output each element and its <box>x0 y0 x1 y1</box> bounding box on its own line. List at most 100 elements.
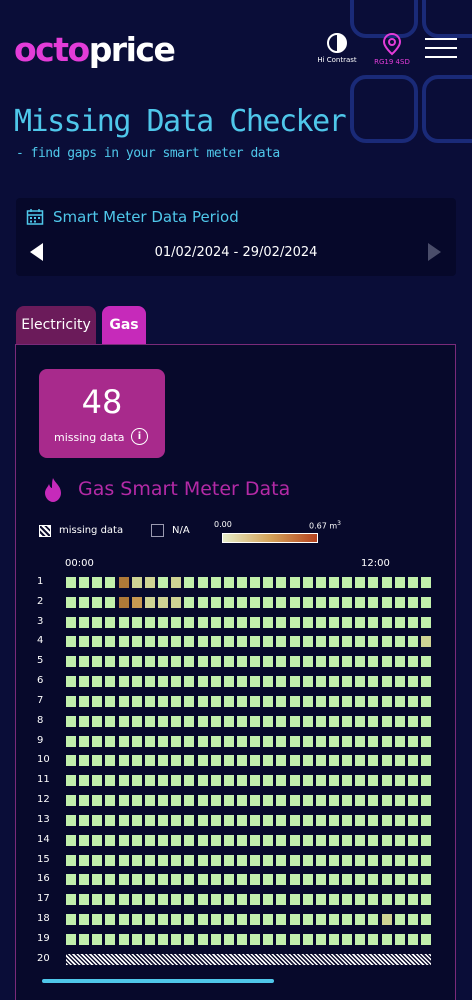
data-cell[interactable] <box>263 914 274 926</box>
data-cell[interactable] <box>158 596 169 608</box>
data-cell[interactable] <box>250 854 261 866</box>
data-cell[interactable] <box>368 795 379 807</box>
data-cell[interactable] <box>329 656 339 668</box>
data-cell[interactable] <box>79 616 90 628</box>
data-cell[interactable] <box>289 874 300 886</box>
data-cell[interactable] <box>236 914 247 926</box>
data-cell[interactable] <box>223 834 234 846</box>
data-cell[interactable] <box>92 636 103 648</box>
data-cell[interactable] <box>197 854 208 866</box>
data-cell[interactable] <box>368 874 379 886</box>
data-cell[interactable] <box>197 735 208 747</box>
data-cell[interactable] <box>131 616 142 628</box>
data-cell[interactable] <box>302 874 313 886</box>
data-cell[interactable] <box>394 914 405 926</box>
data-cell[interactable] <box>105 874 116 886</box>
data-cell[interactable] <box>355 914 366 926</box>
data-cell[interactable] <box>315 656 326 668</box>
data-cell[interactable] <box>105 695 116 707</box>
data-cell[interactable] <box>250 795 261 807</box>
data-cell[interactable] <box>302 616 313 628</box>
data-cell[interactable] <box>92 656 103 668</box>
data-cell[interactable] <box>79 834 90 846</box>
data-cell[interactable] <box>263 676 274 688</box>
data-cell[interactable] <box>263 894 274 906</box>
data-cell[interactable] <box>276 577 287 588</box>
data-cell[interactable] <box>394 814 405 826</box>
data-cell[interactable] <box>342 676 353 688</box>
data-cell[interactable] <box>223 755 234 767</box>
data-cell[interactable] <box>66 775 76 787</box>
data-cell[interactable] <box>329 616 339 628</box>
data-cell[interactable] <box>263 795 274 807</box>
data-cell[interactable] <box>158 775 169 787</box>
data-cell[interactable] <box>368 656 379 668</box>
data-cell[interactable] <box>263 814 274 826</box>
data-cell[interactable] <box>236 596 247 608</box>
data-cell[interactable] <box>381 755 392 767</box>
data-cell[interactable] <box>105 596 116 608</box>
data-cell[interactable] <box>342 735 353 747</box>
data-cell[interactable] <box>131 775 142 787</box>
data-cell[interactable] <box>289 914 300 926</box>
data-cell[interactable] <box>171 676 182 688</box>
data-cell[interactable] <box>302 596 313 608</box>
data-cell[interactable] <box>421 914 432 926</box>
data-cell[interactable] <box>289 834 300 846</box>
data-cell[interactable] <box>210 676 221 688</box>
data-cell[interactable] <box>79 775 90 787</box>
data-cell[interactable] <box>66 814 76 826</box>
tab-electricity[interactable]: Electricity <box>16 306 96 344</box>
data-cell[interactable] <box>144 596 155 608</box>
data-cell[interactable] <box>342 834 353 846</box>
data-cell[interactable] <box>210 656 221 668</box>
data-cell[interactable] <box>144 656 155 668</box>
data-cell[interactable] <box>223 616 234 628</box>
data-cell[interactable] <box>368 735 379 747</box>
data-cell[interactable] <box>421 795 432 807</box>
data-cell[interactable] <box>92 755 103 767</box>
data-cell[interactable] <box>315 834 326 846</box>
data-cell[interactable] <box>66 914 76 926</box>
data-cell[interactable] <box>210 577 221 588</box>
data-cell[interactable] <box>394 795 405 807</box>
data-cell[interactable] <box>197 874 208 886</box>
data-cell[interactable] <box>302 656 313 668</box>
data-cell[interactable] <box>289 596 300 608</box>
data-cell[interactable] <box>407 894 418 906</box>
data-cell[interactable] <box>66 715 76 727</box>
data-cell[interactable] <box>250 636 261 648</box>
data-cell[interactable] <box>105 914 116 926</box>
data-cell[interactable] <box>315 715 326 727</box>
data-cell[interactable] <box>105 636 116 648</box>
data-cell[interactable] <box>236 775 247 787</box>
data-cell[interactable] <box>223 814 234 826</box>
data-cell[interactable] <box>302 795 313 807</box>
data-cell[interactable] <box>276 616 287 628</box>
data-cell[interactable] <box>158 814 169 826</box>
data-cell[interactable] <box>421 636 432 648</box>
data-cell[interactable] <box>302 577 313 588</box>
data-cell[interactable] <box>144 814 155 826</box>
data-cell[interactable] <box>184 596 195 608</box>
data-cell[interactable] <box>342 755 353 767</box>
data-cell[interactable] <box>407 874 418 886</box>
data-cell[interactable] <box>171 795 182 807</box>
data-cell[interactable] <box>223 577 234 588</box>
data-cell[interactable] <box>79 676 90 688</box>
data-cell[interactable] <box>236 795 247 807</box>
data-cell[interactable] <box>79 735 90 747</box>
data-cell[interactable] <box>105 894 116 906</box>
data-cell[interactable] <box>79 854 90 866</box>
data-cell[interactable] <box>223 795 234 807</box>
data-cell[interactable] <box>276 775 287 787</box>
data-cell[interactable] <box>263 834 274 846</box>
data-cell[interactable] <box>223 854 234 866</box>
data-cell[interactable] <box>315 914 326 926</box>
data-cell[interactable] <box>329 854 339 866</box>
data-cell[interactable] <box>131 636 142 648</box>
data-cell[interactable] <box>79 695 90 707</box>
data-cell[interactable] <box>355 596 366 608</box>
data-cell[interactable] <box>315 795 326 807</box>
data-cell[interactable] <box>105 656 116 668</box>
